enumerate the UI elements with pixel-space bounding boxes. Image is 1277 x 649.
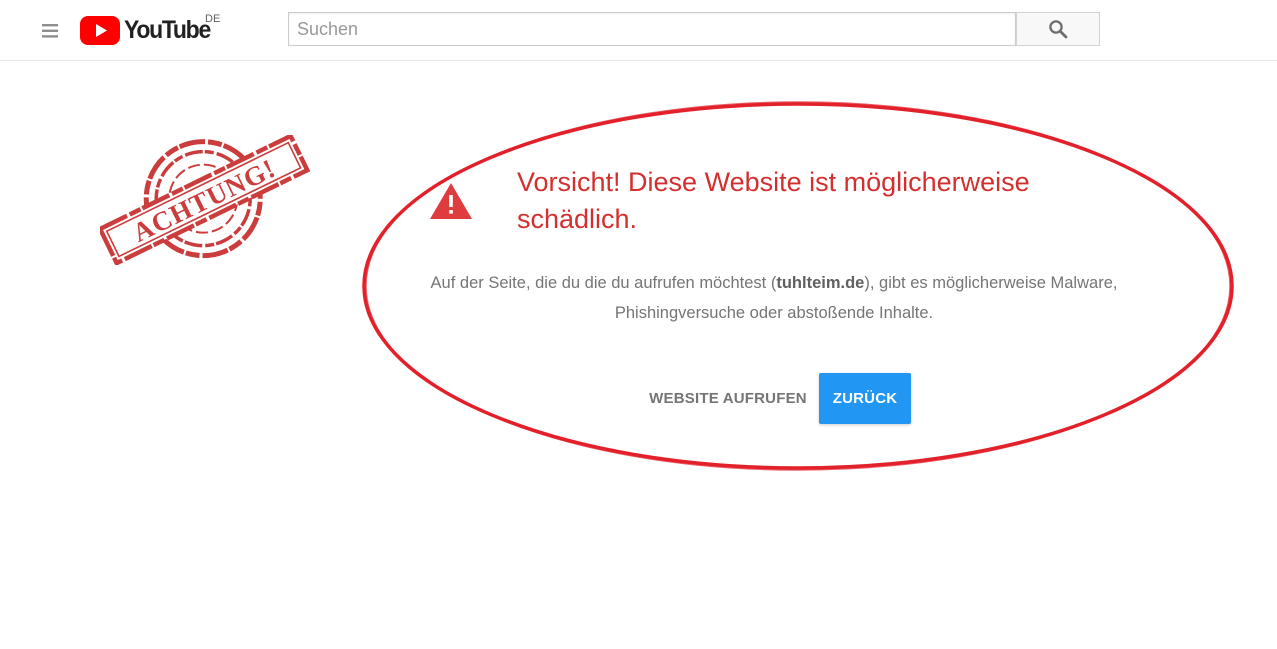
warning-message: Auf der Seite, die du die du aufrufen mö… bbox=[420, 268, 1128, 328]
search-button[interactable] bbox=[1016, 12, 1100, 46]
achtung-stamp: ACHTUNG! bbox=[100, 135, 310, 265]
youtube-logo[interactable]: YouTube bbox=[80, 14, 217, 46]
search-input[interactable] bbox=[289, 13, 1015, 45]
logo-wordmark: YouTube bbox=[124, 15, 211, 44]
visit-website-button[interactable]: WEBSITE AUFRUFEN bbox=[643, 374, 813, 422]
search-field[interactable] bbox=[288, 12, 1016, 46]
hamburger-menu-icon[interactable] bbox=[40, 22, 62, 40]
masthead: YouTube DE bbox=[0, 0, 1277, 61]
warning-triangle-icon bbox=[430, 183, 472, 219]
region-label: DE bbox=[205, 13, 221, 25]
stamp-text: ACHTUNG! bbox=[128, 153, 280, 248]
youtube-play-icon bbox=[80, 15, 120, 45]
back-button[interactable]: ZURÜCK bbox=[819, 373, 911, 424]
warning-title: Vorsicht! Diese Website ist möglicherwei… bbox=[517, 167, 1030, 234]
blocked-domain: tuhlteim.de bbox=[776, 274, 865, 292]
warning-message-start: Auf der Seite, die du die du aufrufen mö… bbox=[430, 274, 777, 292]
magnifier-icon bbox=[1049, 20, 1068, 39]
